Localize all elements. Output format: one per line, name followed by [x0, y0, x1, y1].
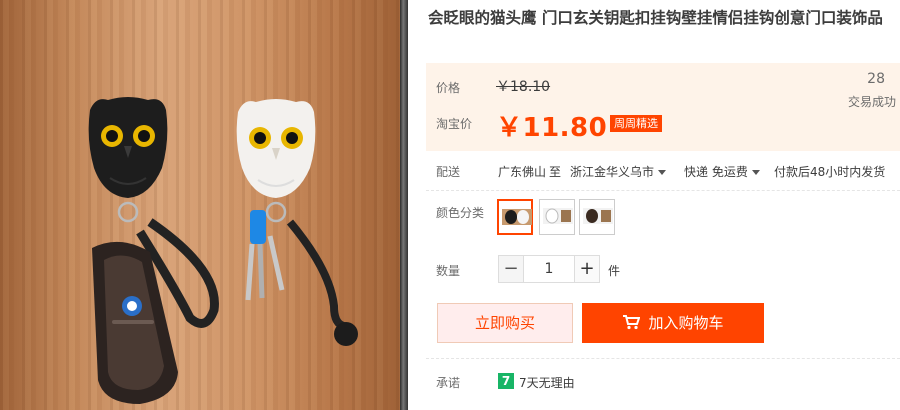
image-divider	[400, 0, 408, 410]
ship-method[interactable]: 快递 免运费	[684, 163, 760, 180]
white-owl-hook	[236, 99, 316, 198]
quantity-unit: 件	[608, 264, 621, 278]
black-owl-icon	[583, 208, 613, 224]
promise-text[interactable]: 7天无理由	[519, 374, 575, 391]
chevron-down-icon	[751, 170, 760, 175]
quantity-input[interactable]: 1	[524, 255, 574, 283]
ship-from: 广东佛山	[498, 165, 547, 179]
color-option-black[interactable]	[579, 199, 615, 235]
ship-to-word: 至	[549, 165, 562, 179]
add-to-cart-button[interactable]: 加入购物车	[582, 303, 764, 343]
sales-label: 交易成功	[847, 95, 896, 109]
promise-label: 承诺	[436, 376, 461, 390]
product-details: 会眨眼的猫头鹰 门口玄关钥匙扣挂钩壁挂情侣挂钩创意门口装饰品 价格 ￥18.10…	[416, 0, 900, 410]
chevron-down-icon	[658, 170, 667, 175]
promo-price-label: 淘宝价	[436, 117, 473, 131]
quantity-label: 数量	[436, 264, 461, 278]
sales-count: 28	[867, 71, 885, 87]
shipping-label: 配送	[436, 165, 461, 179]
price-box: 价格 ￥18.10 淘宝价 ￥11.80 周周精选 28 交易成功	[426, 63, 900, 151]
promo-tag[interactable]: 周周精选	[610, 115, 662, 132]
original-price: ￥18.10	[496, 79, 551, 95]
owl-pair-icon	[502, 209, 532, 225]
ship-dispatch: 付款后48小时内发货	[774, 165, 886, 179]
product-image	[0, 0, 408, 410]
ship-destination[interactable]: 浙江金华义乌市	[570, 163, 667, 180]
color-option-black-white[interactable]	[497, 199, 533, 235]
divider	[426, 358, 900, 359]
promo-price: ￥11.80	[496, 113, 608, 143]
color-label: 颜色分类	[436, 206, 485, 220]
add-to-cart-label: 加入购物车	[648, 314, 724, 332]
black-owl-hook	[88, 97, 168, 198]
owl-hooks-illustration	[88, 97, 358, 404]
ship-destination-text: 浙江金华义乌市	[570, 165, 655, 179]
product-title: 会眨眼的猫头鹰 门口玄关钥匙扣挂钩壁挂情侣挂钩创意门口装饰品	[428, 9, 883, 27]
buy-now-button[interactable]: 立即购买	[437, 303, 573, 343]
quantity-decrease-button[interactable]: −	[498, 255, 524, 283]
cart-icon	[623, 315, 641, 330]
quantity-increase-button[interactable]: +	[574, 255, 600, 283]
seven-day-return-icon: 7	[498, 373, 514, 389]
price-label: 价格	[436, 81, 461, 95]
divider	[426, 190, 900, 191]
white-owl-icon	[543, 208, 573, 224]
color-option-white[interactable]	[539, 199, 575, 235]
ship-method-text: 快递 免运费	[684, 165, 748, 179]
